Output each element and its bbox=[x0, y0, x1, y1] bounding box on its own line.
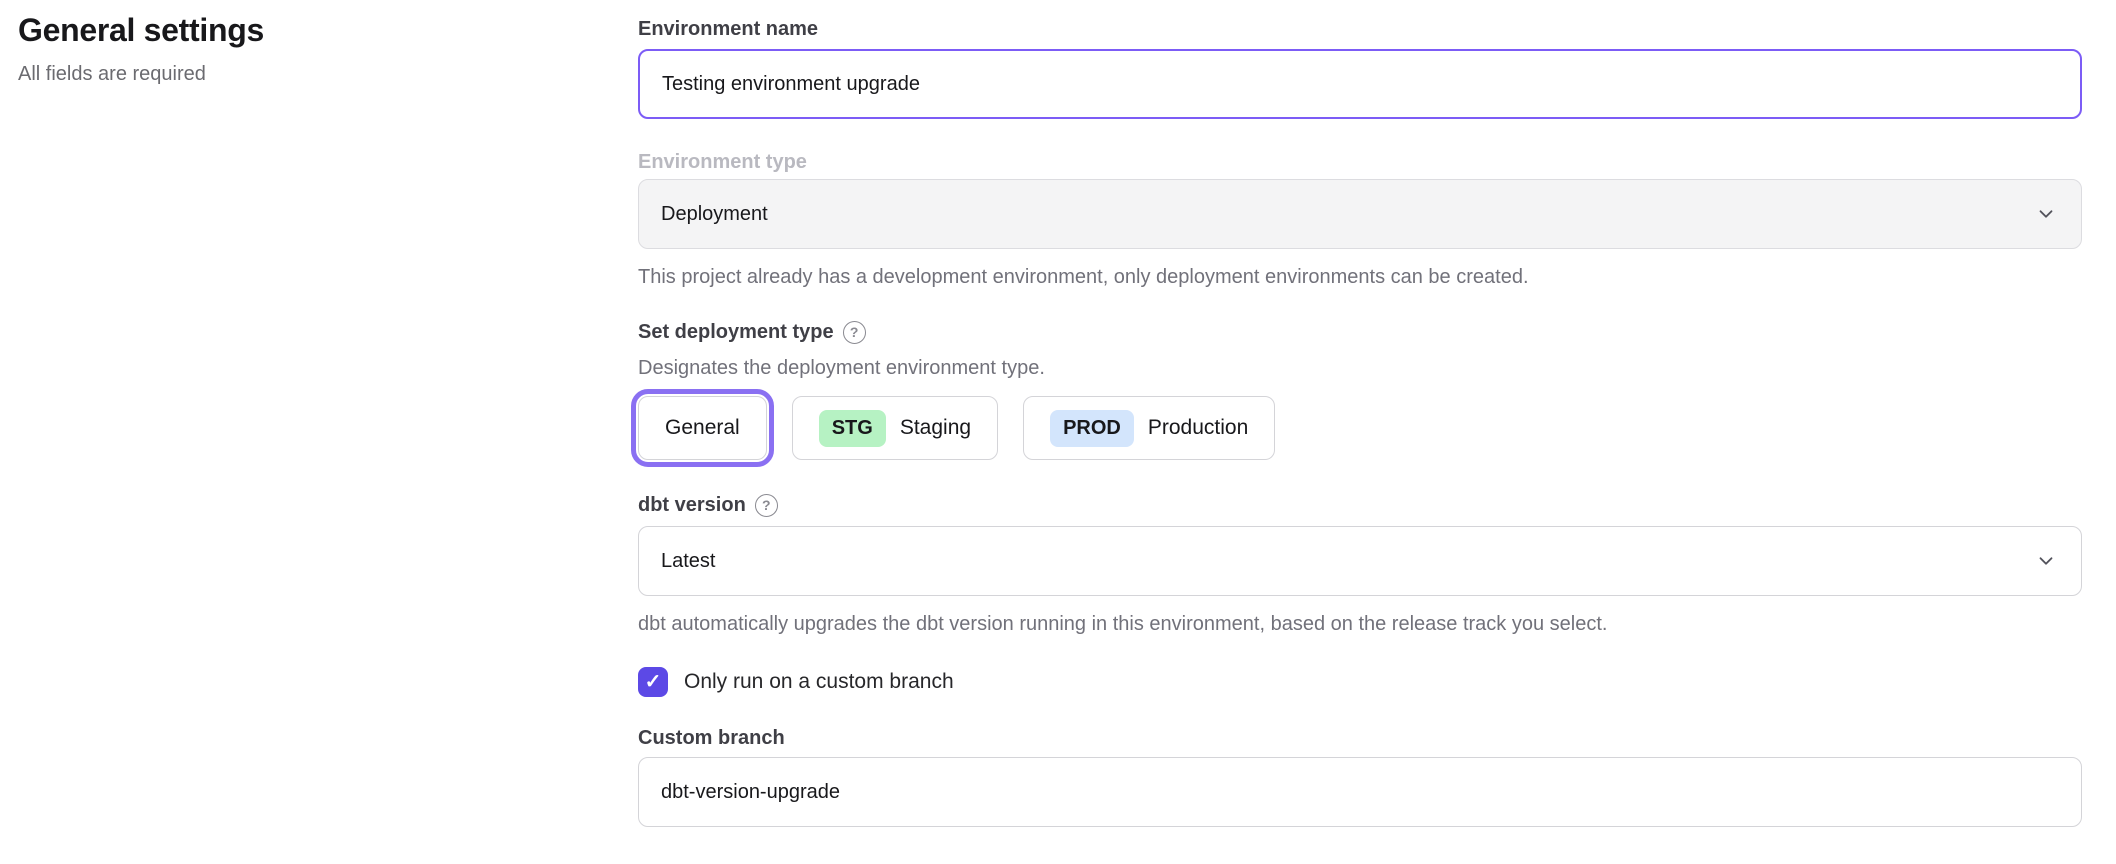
environment-name-label: Environment name bbox=[638, 16, 2082, 42]
dbt-version-helper: dbt automatically upgrades the dbt versi… bbox=[638, 611, 2082, 637]
deployment-type-label: Set deployment type ? bbox=[638, 319, 2082, 345]
deployment-type-production-button[interactable]: PROD Production bbox=[1023, 396, 1275, 460]
environment-type-select[interactable]: Deployment bbox=[638, 179, 2082, 249]
deployment-type-production-label: Production bbox=[1148, 416, 1248, 440]
prod-badge: PROD bbox=[1050, 410, 1134, 447]
environment-settings-form: Environment name Environment type Deploy… bbox=[638, 0, 2082, 827]
deployment-type-general-label: General bbox=[665, 416, 740, 440]
deployment-type-options: General STG Staging PROD Production bbox=[638, 396, 2082, 460]
deployment-type-staging-button[interactable]: STG Staging bbox=[792, 396, 998, 460]
deployment-type-description: Designates the deployment environment ty… bbox=[638, 355, 2082, 381]
help-icon[interactable]: ? bbox=[843, 321, 866, 344]
chevron-down-icon bbox=[2035, 203, 2057, 225]
custom-branch-input[interactable] bbox=[638, 757, 2082, 827]
dbt-version-label: dbt version ? bbox=[638, 492, 2082, 518]
environment-type-helper: This project already has a development e… bbox=[638, 264, 2082, 290]
stg-badge: STG bbox=[819, 410, 886, 447]
custom-branch-toggle-row: ✓ Only run on a custom branch bbox=[638, 667, 2082, 697]
environment-type-value: Deployment bbox=[661, 203, 768, 226]
page-title: General settings bbox=[18, 12, 578, 49]
chevron-down-icon bbox=[2035, 550, 2057, 572]
custom-branch-toggle-label: Only run on a custom branch bbox=[684, 670, 954, 694]
dbt-version-label-text: dbt version bbox=[638, 492, 746, 518]
page-subtitle: All fields are required bbox=[18, 63, 578, 86]
deployment-type-general-button[interactable]: General bbox=[638, 396, 767, 460]
environment-name-input[interactable] bbox=[638, 49, 2082, 119]
help-icon[interactable]: ? bbox=[755, 494, 778, 517]
deployment-type-label-text: Set deployment type bbox=[638, 319, 834, 345]
dbt-version-value: Latest bbox=[661, 550, 715, 573]
checkmark-icon: ✓ bbox=[645, 672, 662, 692]
settings-header: General settings All fields are required bbox=[18, 12, 578, 86]
custom-branch-label: Custom branch bbox=[638, 725, 2082, 751]
environment-type-label: Environment type bbox=[638, 149, 2082, 175]
dbt-version-select[interactable]: Latest bbox=[638, 526, 2082, 596]
deployment-type-staging-label: Staging bbox=[900, 416, 971, 440]
custom-branch-checkbox[interactable]: ✓ bbox=[638, 667, 668, 697]
